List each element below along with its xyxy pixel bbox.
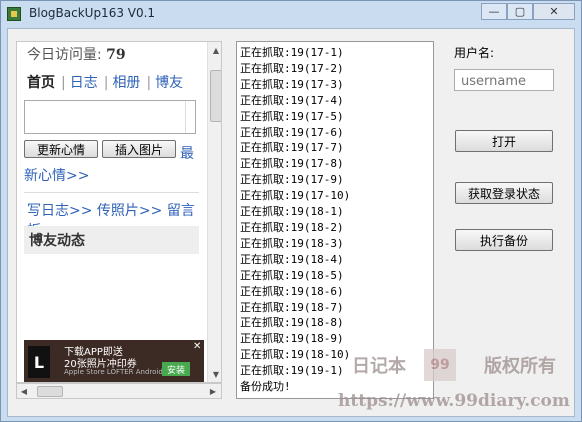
nav-blog[interactable]: 日志 [70,75,98,91]
lofter-logo: L [28,346,50,378]
get-login-status-button[interactable]: 获取登录状态 [455,182,553,204]
log-line: 正在抓取:19(18-10) [240,348,351,362]
log-line: 正在抓取:19(18-8) [240,316,344,330]
scroll-up-arrow-icon[interactable]: ▲ [210,44,221,56]
log-lines: 正在抓取:19(17-1) 正在抓取:19(17-2) 正在抓取:19(17-3) 正… [240,45,350,395]
nav-separator: | [103,75,109,91]
watermark-text-right: 版权所有 [484,356,556,377]
watermark: 日记本 99 版权所有 https://www.99diary.com [338,349,578,419]
horizontal-scroll-thumb[interactable] [37,386,63,397]
open-button[interactable]: 打开 [455,130,553,152]
insert-image-button[interactable]: 插入图片 [102,140,176,158]
close-button[interactable]: ✕ [533,3,575,20]
backup-log[interactable]: 正在抓取:19(17-1) 正在抓取:19(17-2) 正在抓取:19(17-3) 正… [236,41,434,399]
caption-buttons: — ▢ ✕ [481,3,575,21]
friends-activity-heading: 博友动态 [24,226,199,254]
watermark-url: https://www.99diary.com [338,391,570,411]
visit-counter: 今日访问量: 79 [27,44,126,64]
log-line: 正在抓取:19(18-7) [240,300,344,314]
log-line: 正在抓取:19(17-8) [240,157,344,171]
blog-page: 今日访问量: 79 首页 | 日志 | 相册 | 博友 更新心情 插入图片 最 新心情>> … [17,42,205,382]
log-line: 正在抓取:19(17-10) [240,189,351,203]
log-line: 正在抓取:19(17-5) [240,109,344,123]
blog-nav: 首页 | 日志 | 相册 | 博友 [27,72,185,92]
log-line: 正在抓取:19(17-2) [240,61,344,75]
watermark-text-left: 日记本 [352,356,406,377]
nav-separator: | [146,75,152,91]
log-line: 正在抓取:19(17-7) [240,141,344,155]
username-label: 用户名: [454,46,495,60]
log-line: 备份成功! [240,380,291,394]
log-line: 正在抓取:19(17-3) [240,77,344,91]
execute-backup-button[interactable]: 执行备份 [455,229,553,251]
scroll-right-arrow-icon[interactable]: ▶ [207,385,219,397]
scroll-left-arrow-icon[interactable]: ◀ [18,385,30,397]
log-line: 正在抓取:19(18-4) [240,252,344,266]
app-ad-banner[interactable]: L 下载APP即送 20张照片冲印券 Apple Store LOFTER An… [24,340,204,382]
minimize-button[interactable]: — [481,3,507,20]
visits-label: 今日访问量: [27,47,102,63]
webview-horizontal-scrollbar[interactable]: ◀ ▶ [16,383,222,399]
blog-webview[interactable]: 今日访问量: 79 首页 | 日志 | 相册 | 博友 更新心情 插入图片 最 新心情>> … [16,41,222,383]
log-line: 正在抓取:19(17-6) [240,125,344,139]
nav-friends[interactable]: 博友 [155,75,183,91]
log-line: 正在抓取:19(18-2) [240,220,344,234]
mood-textarea[interactable] [24,100,196,134]
latest-mood-link-part1[interactable]: 最 [180,143,194,163]
log-line: 正在抓取:19(19-1) [240,364,344,378]
update-mood-button[interactable]: 更新心情 [24,140,98,158]
log-line: 正在抓取:19(17-4) [240,93,344,107]
log-line: 正在抓取:19(18-6) [240,284,344,298]
log-line: 正在抓取:19(18-1) [240,205,344,219]
username-input[interactable] [454,69,554,91]
watermark-seal-icon: 99 [424,349,456,381]
app-icon [7,7,21,21]
log-line: 正在抓取:19(18-5) [240,268,344,282]
mood-scrollbar[interactable] [185,101,195,133]
client-area: 今日访问量: 79 首页 | 日志 | 相册 | 博友 更新心情 插入图片 最 新心情>> … [7,28,575,417]
log-line: 正在抓取:19(17-9) [240,173,344,187]
nav-album[interactable]: 相册 [112,75,140,91]
title-bar[interactable]: BlogBackUp163 V0.1 — ▢ ✕ [1,1,581,27]
nav-separator: | [61,75,66,91]
latest-mood-link-part2[interactable]: 新心情>> [24,165,89,185]
scroll-down-arrow-icon[interactable]: ▼ [210,368,221,380]
log-line: 正在抓取:19(17-1) [240,46,344,59]
webview-vertical-scrollbar[interactable]: ▲ ▼ [207,42,221,382]
visits-count: 79 [106,47,126,63]
nav-home[interactable]: 首页 [27,75,55,91]
ad-install-button[interactable]: 安装 [162,362,190,376]
maximize-button[interactable]: ▢ [507,3,533,20]
window-title: BlogBackUp163 V0.1 [29,6,156,20]
log-line: 正在抓取:19(18-9) [240,332,344,346]
app-window: BlogBackUp163 V0.1 — ▢ ✕ 今日访问量: 79 首页 | 日志… [0,0,582,422]
log-line: 正在抓取:19(18-3) [240,236,344,250]
scroll-thumb[interactable] [210,70,221,122]
ad-close-icon[interactable]: ✕ [193,341,201,352]
divider [24,192,199,193]
